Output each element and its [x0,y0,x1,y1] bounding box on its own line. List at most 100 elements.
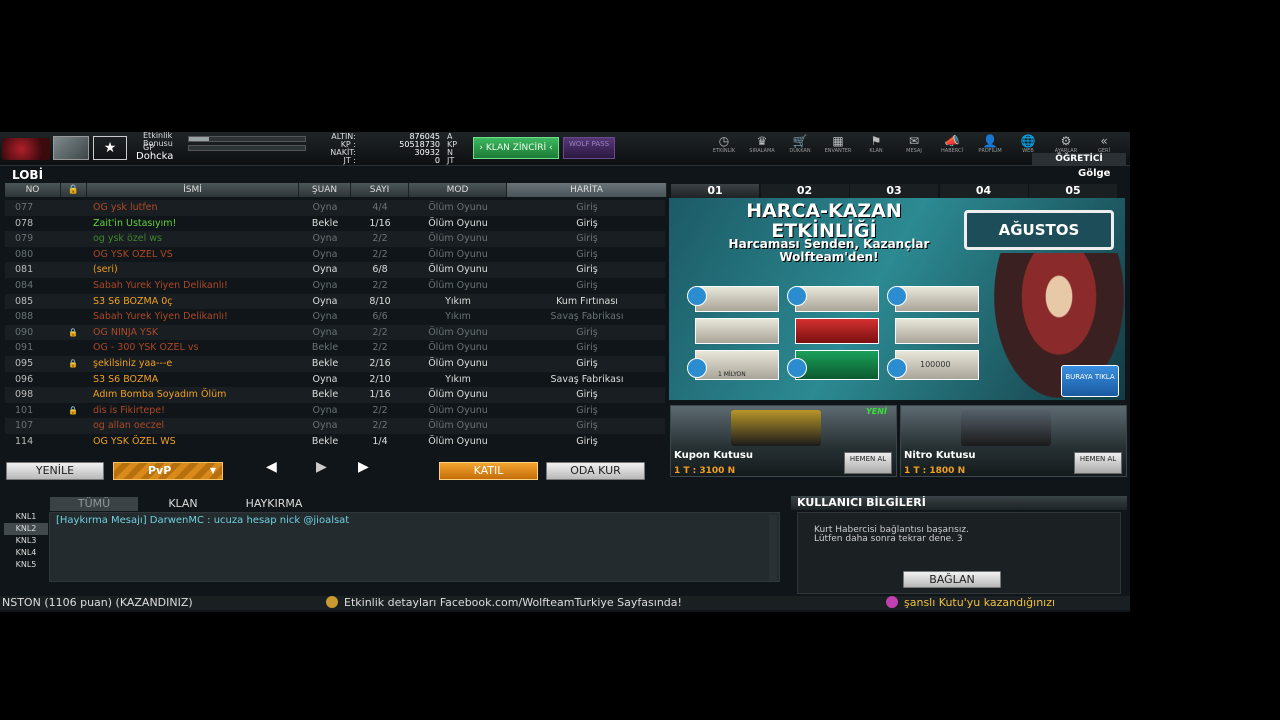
create-room-button[interactable]: ODA KUR [546,462,645,480]
room-player-count: 2/10 [369,373,391,385]
nav-inventory[interactable]: ▦ ENVANTER [820,135,856,157]
room-map: Giriş [576,389,598,401]
col-count[interactable]: SAYI [351,183,409,197]
connect-button[interactable]: BAĞLAN [903,571,1001,588]
prev-page-icon[interactable]: ◀ [266,459,277,475]
tutorial-button[interactable]: ÖĞRETİCİ [1032,153,1126,165]
room-map: Kum Fırtınası [556,295,618,307]
player-avatar[interactable] [53,136,89,160]
clock-icon: ◷ [718,134,730,148]
room-row[interactable]: 085 S3 S6 BOZMA 0ç Oyna 8/10 Yıkım Kum Fırtın… [5,293,665,310]
room-name: OG YSK ÖZEL WS [93,436,176,447]
room-name: Adım Bomba Soyadım Ölüm [93,389,227,401]
room-row[interactable]: 079 og ysk özel ws Oyna 2/2 Ölüm Oyunu Giriş [5,231,665,247]
col-lock-icon[interactable]: 🔒 [61,183,87,197]
room-row[interactable]: 095 🔒 şekilsiniz yaa---e Bekle 2/16 Ölüm Oyun… [5,356,665,372]
room-mode: Ölüm Oyunu [428,202,488,213]
chat-tab[interactable]: KLAN [146,497,220,511]
chat-scrollbar[interactable] [769,515,777,581]
mode-select[interactable]: PvP ▼ [113,462,223,480]
col-status[interactable]: ŞUAN [299,183,351,197]
clan-chain-button[interactable]: › KLAN ZİNCİRİ ‹ [473,137,559,159]
banner-tab-04[interactable]: 04 [939,184,1028,198]
banner-tab-03[interactable]: 03 [850,184,938,198]
banner-tab-02[interactable]: 02 [760,184,849,198]
event-banner[interactable]: HARCA-KAZAN ETKİNLİĞİ Harcaması Senden, … [669,198,1125,400]
prize-rifle-2 [795,286,879,312]
prize-badge [687,358,707,378]
nav-clan[interactable]: ⚑ KLAN [858,135,894,157]
room-player-count: 2/16 [369,358,391,369]
room-name: og allan oeczel [93,420,165,432]
room-row[interactable]: 078 Zait'in Ustasıyım! Bekle 1/16 Ölüm Oyunu… [5,216,665,232]
wolf-pass-button[interactable]: WOLF PASS [563,137,615,159]
room-mode: Yıkım [445,311,471,323]
prize-box-2 [795,318,879,344]
profile-icon: 👤 [982,134,998,148]
room-number: 084 [15,280,34,291]
room-player-count: 1/16 [369,389,391,401]
room-row[interactable]: 081 (seri) Oyna 6/8 Ölüm Oyunu Giriş [5,262,665,278]
chat-channel[interactable]: KNL2 [4,523,48,535]
room-row[interactable]: 077 OG ysk lutfen Oyna 4/4 Ölüm Oyunu Giriş [5,200,665,216]
banner-tab-01[interactable]: 01 [671,184,759,198]
col-name[interactable]: İSMİ [87,183,299,197]
room-row[interactable]: 084 Sabah Yurek Yiyen Delikanlı! Oyna 2/2 Öl… [5,278,665,294]
room-name: OG YSK ÖZEL VS [93,248,173,260]
ticker-item: NSTON (1106 puan) (KAZANDINIZ) [2,596,193,609]
shop-box[interactable]: Kupon Kutusu 1 T : 3100 N HEMEN AL YENİ [670,405,897,477]
room-name: OG ysk lutfen [93,202,158,213]
chat-tab[interactable]: HAYKIRMA [228,497,320,511]
chat-log[interactable]: [Haykırma Mesajı] DarwenMC : ucuza hesap… [49,512,780,582]
nav-label: HABERCİ [941,148,963,154]
col-mode[interactable]: MOD [409,183,507,197]
room-row[interactable]: 091 OG - 300 YSK ÖZEL vs Bekle 2/2 Ölüm Oyun… [5,340,665,356]
mode-select-value: PvP [148,464,172,477]
refresh-button[interactable]: YENİLE [6,462,104,480]
nav-label: SIRALAMA [749,148,775,154]
room-row[interactable]: 101 🔒 dis is Fikirtepe! Oyna 2/2 Ölüm Oyunu Gi… [5,403,665,419]
room-row[interactable]: 088 Sabah Yurek Yiyen Delikanlı! Oyna 6/6 Yı… [5,309,665,325]
room-row[interactable]: 107 og allan oeczel Oyna 2/2 Ölüm Oyunu Giriş [5,418,665,434]
nav-mail[interactable]: ✉ MESAJ [896,135,932,157]
room-row[interactable]: 096 S3 S6 BOZMA Oyna 2/10 Yıkım Savaş Fabrika… [5,372,665,388]
col-map[interactable]: HARİTA [507,183,667,197]
nav-ranking[interactable]: ♛ SIRALAMA [744,135,780,157]
nav-label: DÜKKAN [789,148,811,154]
buy-now-button[interactable]: HEMEN AL [1074,452,1122,474]
shop-box[interactable]: Nitro Kutusu 1 T : 1800 N HEMEN AL [900,405,1127,477]
room-mode: Ölüm Oyunu [428,420,488,432]
banner-tab-05[interactable]: 05 [1029,184,1117,198]
nav-megaphone[interactable]: 📣 HABERCİ [934,135,970,157]
shadow-label: Gölge [1078,168,1111,179]
next-page-icon[interactable]: ▶ [358,459,369,475]
chat-channel[interactable]: KNL4 [4,547,48,559]
banner-cta-button[interactable]: BURAYA TIKLA [1061,365,1119,397]
room-player-count: 2/2 [372,233,388,245]
banner-subtitle: Harcaması Senden, Kazançlar Wolfteam'den… [728,237,930,264]
banner-title: HARCA-KAZAN ETKİNLİĞİ [746,200,902,242]
prize-rifle-3 [895,286,979,312]
buy-now-button[interactable]: HEMEN AL [844,452,892,474]
room-number: 090 [15,326,34,338]
room-mode: Ölüm Oyunu [428,326,488,338]
nav-clock[interactable]: ◷ ETKİNLİK [706,135,742,157]
room-name: (seri) [93,264,118,276]
chat-channel[interactable]: KNL5 [4,559,48,571]
room-row[interactable]: 114 OG YSK ÖZEL WS Bekle 1/4 Ölüm Oyunu Giriş [5,434,665,450]
col-no[interactable]: NO [5,183,61,197]
room-row[interactable]: 090 🔒 OG NINJA YSK Oyna 2/2 Ölüm Oyunu Giriş [5,324,665,341]
room-row[interactable]: 080 OG YSK ÖZEL VS Oyna 2/2 Ölüm Oyunu Giriş [5,247,665,263]
chat-channel[interactable]: KNL3 [4,535,48,547]
room-mode: Ölüm Oyunu [428,342,488,354]
room-status: Bekle [311,358,339,369]
join-button[interactable]: KATIL [439,462,538,480]
nav-cart[interactable]: 🛒 DÜKKAN [782,135,818,157]
room-row[interactable]: 098 Adım Bomba Soyadım Ölüm Bekle 1/16 Ölüm … [5,387,665,403]
nav-profile[interactable]: 👤 PROFİLİM [972,135,1008,157]
chat-tab[interactable]: TÜMÜ [50,497,138,511]
chat-channel[interactable]: KNL1 [4,511,48,523]
room-map: Giriş [576,342,598,354]
prize-blade [795,350,879,380]
player-nickname: Dohcka [136,151,174,162]
